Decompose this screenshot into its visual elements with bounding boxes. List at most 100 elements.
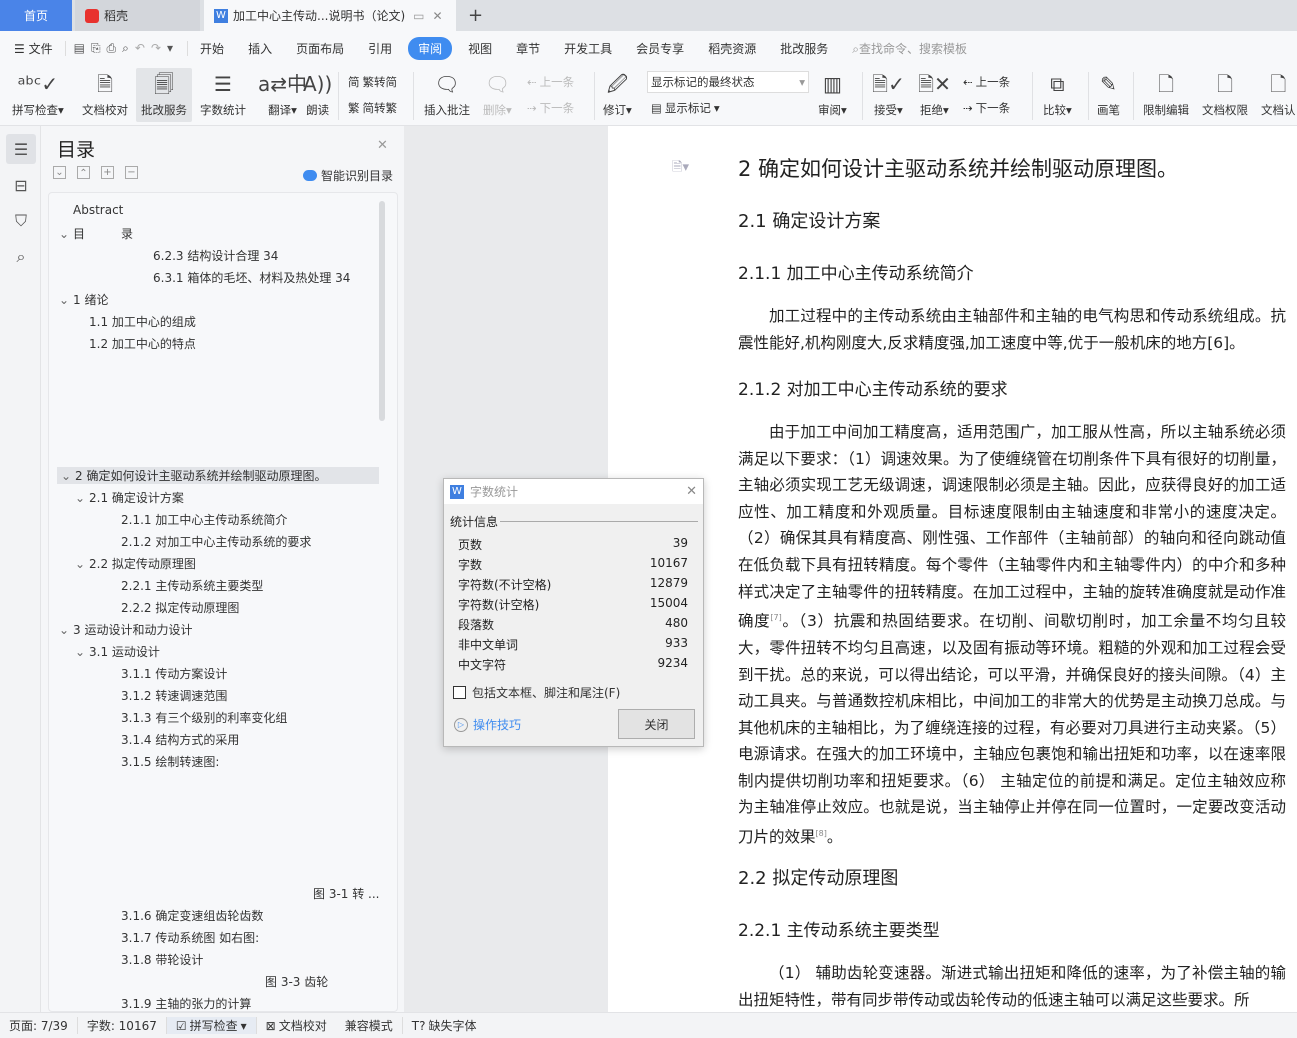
toc-item[interactable]: 3.1.9 主轴的张力的计算: [121, 995, 251, 1011]
toc-item[interactable]: 3.1.4 结构方式的采用: [121, 731, 239, 748]
toc-icon[interactable]: ☰: [6, 134, 36, 164]
menu-view[interactable]: 视图: [456, 40, 504, 57]
smart-toc-button[interactable]: 智能识别目录: [303, 167, 393, 184]
toc-item[interactable]: 6.3.1 箱体的毛坯、材料及热处理 34: [153, 269, 350, 286]
undo-icon[interactable]: ↶: [135, 41, 151, 55]
chevron-down-icon[interactable]: ⌄: [59, 293, 73, 307]
paragraph-format-icon[interactable]: 🗎▾: [672, 158, 689, 180]
menu-correction-service[interactable]: 批改服务: [768, 40, 840, 57]
doc-permission-button[interactable]: 🗋 文档权限: [1202, 68, 1248, 122]
close-tab-icon[interactable]: ✕: [432, 9, 442, 23]
next-change-button[interactable]: ⇢ 下一条: [963, 100, 1010, 116]
citation[interactable]: [8]: [816, 829, 827, 838]
pen-button[interactable]: ✎ 画笔: [1097, 68, 1120, 122]
translate-button[interactable]: a⇄中 翻译▾: [258, 68, 307, 122]
toc-item[interactable]: 3.1.2 转速调速范围: [121, 687, 227, 704]
bookmark-icon[interactable]: ⛉: [6, 206, 36, 236]
menu-developer[interactable]: 开发工具: [552, 40, 624, 57]
chevron-down-icon[interactable]: ⌄: [75, 491, 89, 505]
toc-item[interactable]: 3.1.8 带轮设计: [121, 951, 203, 968]
menu-section[interactable]: 章节: [504, 40, 552, 57]
compare-button[interactable]: ⧉ 比较▾: [1043, 68, 1072, 122]
tab-docer[interactable]: 稻壳: [75, 0, 200, 31]
minus-icon[interactable]: −: [125, 166, 138, 179]
search-icon[interactable]: ⌕: [6, 242, 36, 272]
toc-item[interactable]: 6.2.3 结构设计合理 34: [153, 247, 278, 264]
redo-icon[interactable]: ↷: [151, 41, 167, 55]
page-indicator[interactable]: 页面: 7/39: [0, 1017, 78, 1034]
export-pdf-icon[interactable]: ⎘: [91, 41, 107, 55]
toc-item[interactable]: ⌄ 1 绪论: [59, 291, 108, 308]
include-textbox-checkbox[interactable]: 包括文本框、脚注和尾注(F): [453, 684, 620, 701]
review-pane-button[interactable]: ▥ 审阅▾: [818, 68, 847, 122]
read-aloud-button[interactable]: A)) 朗读: [303, 68, 332, 122]
accept-button[interactable]: 🗎✓ 接受▾: [872, 68, 905, 122]
print-icon[interactable]: ⎙: [107, 41, 123, 55]
checkbox-box[interactable]: [453, 686, 466, 699]
scrollbar[interactable]: [379, 201, 385, 421]
word-count-indicator[interactable]: 字数: 10167: [78, 1017, 167, 1034]
missing-font-status[interactable]: T? 缺失字体: [403, 1017, 486, 1034]
toc-item[interactable]: ⌄ 2 确定如何设计主驱动系统并绘制驱动原理图。: [57, 467, 379, 484]
doc-certify-button[interactable]: 🗋 文档认: [1261, 68, 1296, 122]
spell-check-status[interactable]: ☑ 拼写检查 ▾: [166, 1017, 257, 1034]
track-changes-button[interactable]: 🖉 修订▾: [603, 68, 632, 122]
new-tab-button[interactable]: +: [458, 0, 493, 31]
proofread-status[interactable]: ⊠ 文档校对: [257, 1017, 336, 1034]
toc-item[interactable]: 3.1.1 传动方案设计: [121, 665, 227, 682]
document-page[interactable]: 🗎▾ 2 确定如何设计主驱动系统并绘制驱动原理图。 2.1 确定设计方案 2.1…: [608, 126, 1297, 1012]
menu-references[interactable]: 引用: [356, 40, 404, 57]
toc-item[interactable]: 1.2 加工中心的特点: [89, 335, 196, 352]
expand-icon[interactable]: ⌄: [53, 166, 66, 179]
chevron-down-icon[interactable]: ⌄: [75, 645, 89, 659]
tab-document[interactable]: W 加工中心主传动...说明书（论文) ▭ ✕: [204, 0, 456, 31]
print-preview-icon[interactable]: ⌕: [122, 41, 135, 55]
citation[interactable]: [7]: [770, 613, 781, 622]
toc-item[interactable]: ⌄ 3 运动设计和动力设计: [59, 621, 192, 638]
toc-item[interactable]: 3.1.3 有三个级别的利率变化组: [121, 709, 287, 726]
menu-start[interactable]: 开始: [188, 40, 236, 57]
chevron-down-icon[interactable]: ⌄: [59, 227, 73, 241]
delete-comment-button[interactable]: 🗨 删除▾: [483, 68, 512, 122]
doc-proofread-button[interactable]: 🗎 文档校对: [82, 68, 128, 122]
toc-item[interactable]: ⌄ 2.2 拟定传动原理图: [75, 555, 196, 572]
toc-item[interactable]: 3.1.5 绘制转速图:: [121, 753, 219, 770]
collapse-icon[interactable]: ⌃: [77, 166, 90, 179]
tab-home[interactable]: 首页: [0, 0, 72, 31]
chevron-down-icon[interactable]: ⌄: [75, 557, 89, 571]
compat-mode[interactable]: 兼容模式: [336, 1017, 403, 1034]
toc-item[interactable]: 3.1.7 传动系统图 如右图:: [121, 929, 259, 946]
close-button[interactable]: 关闭: [618, 709, 695, 739]
next-comment-button[interactable]: ⇢ 下一条: [527, 100, 574, 116]
toc-item[interactable]: 2.1.2 对加工中心主传动系统的要求: [121, 533, 311, 550]
toc-item[interactable]: 2.2.1 主传动系统主要类型: [121, 577, 263, 594]
restrict-editing-button[interactable]: 🗋 限制编辑: [1143, 68, 1189, 122]
file-menu[interactable]: ☰ 文件: [0, 40, 65, 57]
markup-state-select[interactable]: 显示标记的最终状态 ▾: [647, 71, 809, 93]
insert-comment-button[interactable]: 🗨 插入批注: [424, 68, 470, 122]
toc-item[interactable]: 2.2.2 拟定传动原理图: [121, 599, 239, 616]
prev-change-button[interactable]: ⇠ 上一条: [963, 74, 1010, 90]
menu-insert[interactable]: 插入: [236, 40, 284, 57]
menu-review[interactable]: 审阅: [408, 37, 453, 60]
toc-item[interactable]: Abstract: [73, 203, 123, 217]
menu-member[interactable]: 会员专享: [624, 40, 696, 57]
customize-dropdown-icon[interactable]: ▾: [167, 41, 179, 55]
word-count-button[interactable]: ☰ 字数统计: [200, 68, 246, 122]
save-icon[interactable]: ▤: [74, 41, 91, 55]
toc-item[interactable]: 图 3-1 转 ...: [313, 885, 380, 902]
reject-button[interactable]: 🗎✕ 拒绝▾: [918, 68, 951, 122]
command-search[interactable]: ⌕查找命令、搜索模板: [840, 40, 979, 57]
toc-item[interactable]: 图 3-3 齿轮: [265, 973, 328, 990]
toc-item[interactable]: ⌄ 目 录: [59, 225, 133, 242]
plus-icon[interactable]: +: [101, 166, 114, 179]
toc-item[interactable]: ⌄ 3.1 运动设计: [75, 643, 160, 660]
close-icon[interactable]: ✕: [377, 138, 388, 153]
prev-comment-button[interactable]: ⇠ 上一条: [527, 74, 574, 90]
chapter-nav-icon[interactable]: ⊟: [6, 170, 36, 200]
tips-link[interactable]: ▷ 操作技巧: [454, 716, 521, 733]
close-icon[interactable]: ✕: [686, 484, 697, 499]
simp-to-trad-button[interactable]: 繁简转繁: [348, 100, 397, 116]
toc-item[interactable]: ⌄ 2.1 确定设计方案: [75, 489, 184, 506]
correction-service-button[interactable]: 🗐 批改服务: [136, 68, 192, 122]
